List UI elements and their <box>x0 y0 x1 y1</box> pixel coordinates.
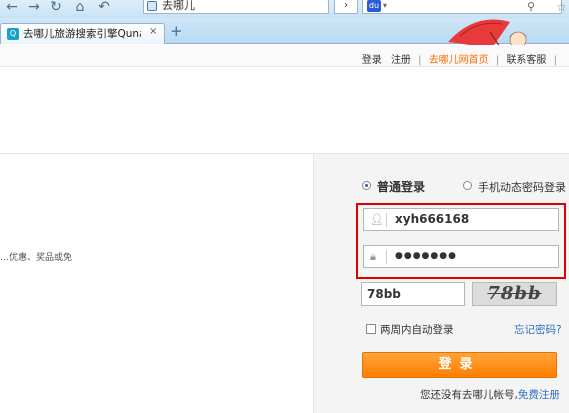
lock-icon: 🔒︎ <box>370 250 376 263</box>
chevron-down-icon[interactable]: ▾ <box>383 1 387 10</box>
captcha-input[interactable]: 78bb <box>361 282 465 306</box>
no-account-prompt: 您还没有去哪儿帐号,免费注册 <box>420 387 560 402</box>
login-panel: 普通登录 手机动态密码登录 👤︎ xyh666168 🔒︎ ●●●●●●● 78… <box>313 154 569 413</box>
site-top-bar: 登录 注册 | 去哪儿网首页 | 联系客服 | <box>0 45 569 67</box>
captcha-image[interactable]: 78bb <box>472 282 557 306</box>
forgot-password-link[interactable]: 忘记密码? <box>514 322 562 337</box>
link-separator: | <box>553 55 557 66</box>
refresh-icon[interactable]: ↻ <box>48 0 64 16</box>
auto-login-label[interactable]: 两周内自动登录 <box>380 322 454 337</box>
normal-login-radio[interactable] <box>362 181 371 190</box>
go-button[interactable]: › <box>334 0 358 14</box>
top-links: 登录 注册 | 去哪儿网首页 | 联系客服 | <box>362 51 561 66</box>
search-icon[interactable]: ⚲ <box>527 0 535 13</box>
qunar-favicon-icon: Q <box>7 28 19 40</box>
user-icon: 👤︎ <box>370 213 384 226</box>
free-register-link[interactable]: 免费注册 <box>518 389 560 401</box>
dynamic-login-radio[interactable] <box>463 181 472 190</box>
site-security-icon <box>147 1 157 11</box>
username-value: xyh666168 <box>395 212 470 226</box>
password-value: ●●●●●●● <box>395 251 457 261</box>
auto-login-checkbox[interactable] <box>366 324 376 334</box>
normal-login-label[interactable]: 普通登录 <box>377 178 425 195</box>
tab-title: 去哪儿旅游搜索引擎Qunar <box>23 28 141 40</box>
tab-close-icon[interactable]: × <box>149 26 157 37</box>
header-banner <box>0 68 569 154</box>
address-text: 去哪儿 <box>162 0 195 12</box>
home-icon[interactable]: ⌂ <box>72 0 88 16</box>
dynamic-login-label[interactable]: 手机动态密码登录 <box>478 179 566 195</box>
contact-support-link[interactable]: 联系客服 <box>506 55 546 66</box>
forward-arrow-icon[interactable]: → <box>26 0 42 16</box>
password-field[interactable]: 🔒︎ ●●●●●●● <box>363 245 559 268</box>
browser-nav-bar: ← → ↻ ⌂ ↶ 去哪儿 › du ▾ ⚲ ☆ <box>0 0 569 18</box>
field-divider <box>386 250 387 264</box>
browser-tab-active[interactable]: Q 去哪儿旅游搜索引擎Qunar × <box>0 23 165 44</box>
field-divider <box>386 213 387 227</box>
link-separator: | <box>418 55 422 66</box>
username-field[interactable]: 👤︎ xyh666168 <box>363 208 559 231</box>
login-link[interactable]: 登录 <box>362 55 382 66</box>
go-label: › <box>344 0 348 11</box>
search-engine-icon[interactable]: du <box>367 0 381 12</box>
favorite-star-icon[interactable]: ☆ <box>556 0 567 14</box>
no-account-text: 您还没有去哪儿帐号, <box>420 389 518 401</box>
browser-tab-bar: Q 去哪儿旅游搜索引擎Qunar × + <box>0 18 569 62</box>
undo-icon[interactable]: ↶ <box>96 0 112 16</box>
address-bar[interactable]: 去哪儿 <box>143 0 329 14</box>
new-tab-button[interactable]: + <box>170 23 183 39</box>
link-separator: | <box>495 55 500 66</box>
register-link[interactable]: 注册 <box>391 55 411 66</box>
login-submit-button[interactable]: 登录 <box>362 352 557 378</box>
promo-text: …优惠、奖品或免 <box>0 253 73 263</box>
qunar-home-link[interactable]: 去哪儿网首页 <box>429 55 489 66</box>
browser-window: ← → ↻ ⌂ ↶ 去哪儿 › du ▾ ⚲ ☆ Q 去哪儿旅游搜索引擎Quna… <box>0 0 569 413</box>
browser-search-box[interactable]: du ▾ ⚲ <box>362 0 562 14</box>
back-arrow-icon[interactable]: ← <box>4 0 20 16</box>
